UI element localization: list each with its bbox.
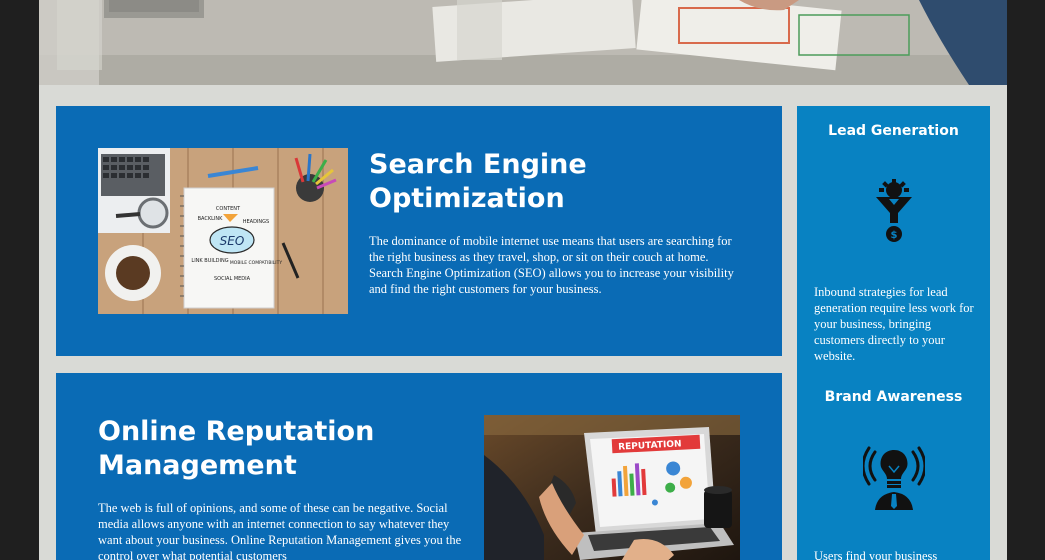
brand-awareness-title: Brand Awareness [824,389,963,405]
seo-image-tag: MOBILE COMPATIBILITY [230,260,282,266]
seo-image-tag: LINK BUILDING [191,258,228,264]
seo-image-tag: HEADINGS [243,219,269,225]
hero-banner-image [39,0,1007,85]
seo-image-tag: CONTENT [216,206,241,212]
seo-image-label: SEO [220,234,245,248]
reputation-description: The web is full of opinions, and some of… [98,501,462,560]
page-content: SEO CONTENT BACKLINK HEADINGS LINK BUILD… [39,0,1007,560]
seo-image: SEO CONTENT BACKLINK HEADINGS LINK BUILD… [98,148,348,314]
reputation-image: REPUTATION [484,415,740,560]
seo-title: Search Engine Optimization [369,149,587,214]
services-sidebar: Lead Generation $ Inbound strategies for… [797,106,990,560]
svg-text:$: $ [891,230,898,241]
funnel-gear-icon: $ [874,179,914,243]
seo-description: The dominance of mobile internet use mea… [369,234,734,296]
seo-card: SEO CONTENT BACKLINK HEADINGS LINK BUILD… [56,106,782,356]
seo-image-tag: BACKLINK [198,216,224,222]
lead-generation-title: Lead Generation [828,123,959,139]
lead-generation-description: Inbound strategies for lead generation r… [814,285,974,363]
seo-image-tag: SOCIAL MEDIA [214,276,251,282]
brand-awareness-description: Users find your business [814,549,938,560]
reputation-card: Online Reputation Management The web is … [56,373,782,560]
lightbulb-person-icon [861,444,927,510]
reputation-title: Online Reputation Management [98,416,375,481]
